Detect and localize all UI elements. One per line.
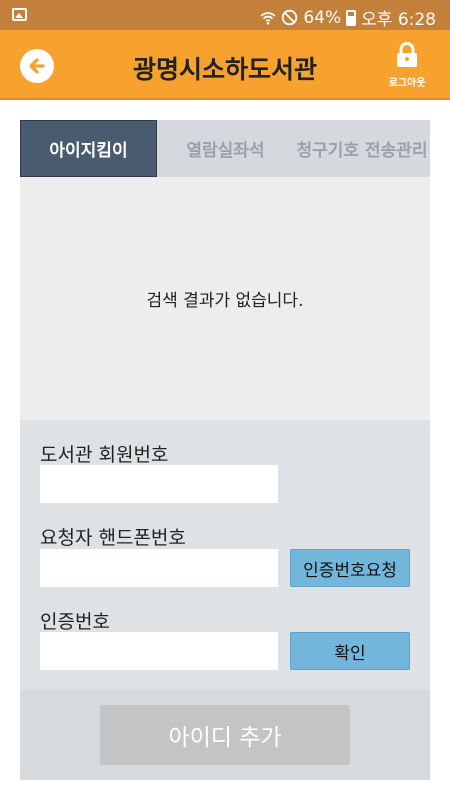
battery-charging-icon xyxy=(346,9,357,26)
auth-code-input[interactable] xyxy=(40,632,278,670)
empty-result-message: 검색 결과가 없습니다. xyxy=(146,291,304,311)
bottom-action-area: 아이디 추가 xyxy=(20,690,430,780)
auth-code-label: 인증번호 xyxy=(40,611,110,633)
phone-number-input[interactable] xyxy=(40,549,278,587)
lock-icon xyxy=(397,42,417,67)
tab-bar: 아이지킴이 열람실좌석 청구기호 전송관리 xyxy=(20,120,430,177)
do-not-disturb-icon xyxy=(282,9,298,26)
tab-child-guard[interactable]: 아이지킴이 xyxy=(20,120,157,177)
status-indicators: 64% 오후 6:28 xyxy=(260,5,436,30)
logout-button[interactable]: 로그아웃 xyxy=(382,42,432,89)
battery-percent: 64% xyxy=(303,7,342,28)
wifi-icon xyxy=(260,11,276,25)
request-code-button[interactable]: 인증번호요청 xyxy=(290,549,410,587)
status-bar: 64% 오후 6:28 xyxy=(0,0,450,30)
confirm-button[interactable]: 확인 xyxy=(290,632,410,670)
logout-label: 로그아웃 xyxy=(388,78,426,89)
image-icon xyxy=(12,8,27,21)
member-number-label: 도서관 회원번호 xyxy=(40,444,169,466)
tab-reading-room-seats[interactable]: 열람실좌석 xyxy=(157,120,294,177)
member-number-input[interactable] xyxy=(40,465,278,503)
main-panel: 아이지킴이 열람실좌석 청구기호 전송관리 검색 결과가 없습니다. 도서관 회… xyxy=(20,120,430,780)
status-time: 오후 6:28 xyxy=(361,10,436,30)
app-header: 광명시소하도서관 로그아웃 xyxy=(0,30,450,100)
tab-call-number-transfer[interactable]: 청구기호 전송관리 xyxy=(294,120,430,177)
result-area: 검색 결과가 없습니다. xyxy=(20,177,430,420)
add-id-button[interactable]: 아이디 추가 xyxy=(100,705,350,765)
phone-number-label: 요청자 핸드폰번호 xyxy=(40,527,186,549)
